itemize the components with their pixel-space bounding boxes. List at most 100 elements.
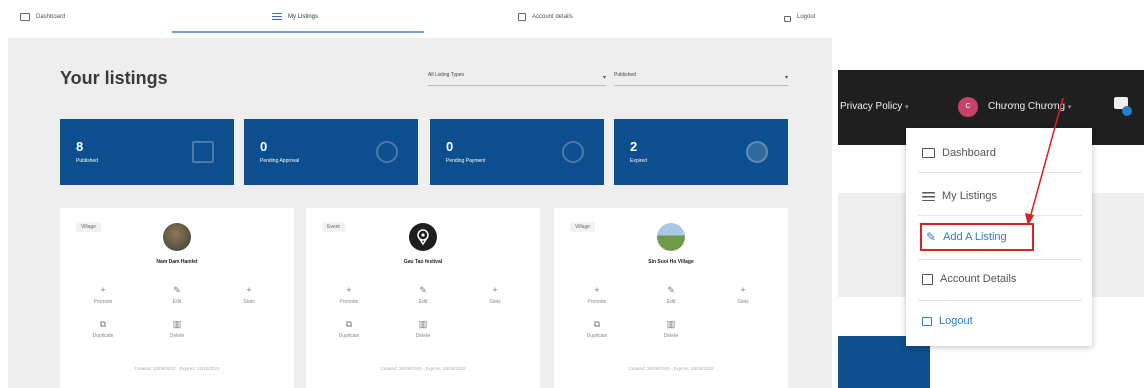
nav-dashboard[interactable]: Dashboard <box>20 10 65 24</box>
chevron-down-icon: ▾ <box>602 75 606 81</box>
listing-thumbnail[interactable] <box>657 223 685 251</box>
menu-item-my-listings-label: My Listings <box>942 190 998 202</box>
duplicate-label: Duplicate <box>92 333 114 339</box>
duplicate-label: Duplicate <box>338 333 360 339</box>
plus-icon: + <box>594 285 600 295</box>
stat-value: 8 <box>76 139 84 154</box>
plus-icon: + <box>492 285 498 295</box>
stats-button[interactable]: + Stats <box>224 285 274 306</box>
trash-icon: ▥ <box>172 319 182 329</box>
status-select[interactable]: Published ▾ <box>614 72 788 86</box>
trash-icon: ▥ <box>418 319 428 329</box>
listings-page: Dashboard My Listings Account details Lo… <box>0 0 834 388</box>
menu-item-add-listing[interactable]: ✎ Add A Listing <box>920 223 1034 251</box>
chevron-down-icon: ▾ <box>905 104 909 111</box>
edit-button[interactable]: ✎ Edit <box>646 285 696 306</box>
privacy-policy-link[interactable]: Privacy Policy ▾ <box>840 101 909 112</box>
edit-label: Edit <box>172 299 182 305</box>
copy-icon: ⧉ <box>345 319 353 329</box>
stats-label: Stats <box>489 299 501 305</box>
copy-icon: ⧉ <box>593 319 601 329</box>
listing-thumbnail[interactable] <box>163 223 191 251</box>
promote-label: Promote <box>93 299 113 305</box>
stat-value: 2 <box>630 139 638 154</box>
username: Chương Chương <box>988 101 1066 112</box>
user-dropdown-menu: Dashboard My Listings ✎ Add A Listing Ac… <box>906 128 1092 346</box>
edit-button[interactable]: ✎ Edit <box>398 285 448 306</box>
promote-button[interactable]: + Promote <box>78 286 128 306</box>
delete-button[interactable]: ▥ Delete <box>398 319 448 340</box>
lock-icon <box>784 15 791 22</box>
nav-dashboard-label: Dashboard <box>36 14 66 20</box>
divider <box>918 300 1082 301</box>
menu-item-my-listings[interactable]: My Listings <box>922 184 1082 208</box>
stat-label: Pending Payment <box>446 158 486 164</box>
stat-label: Expired <box>630 158 647 164</box>
listing-card: Village Sin Suoi Ho Village + Promote ✎ Ed… <box>554 208 788 388</box>
pencil-icon: ✎ <box>419 285 427 295</box>
list-icon <box>922 191 935 201</box>
privacy-policy-label: Privacy Policy <box>840 101 903 112</box>
listing-type-badge: Village <box>570 222 595 232</box>
stats-button[interactable]: + Stats <box>718 286 768 306</box>
nav-logout[interactable]: Logout <box>784 10 815 24</box>
stat-value: 0 <box>260 139 268 154</box>
expired-icon <box>746 141 768 163</box>
nav-my-listings[interactable]: My Listings <box>272 10 318 24</box>
duplicate-button[interactable]: ⧉ Duplicate <box>572 319 622 340</box>
lock-icon <box>922 316 932 326</box>
stats-label: Stats <box>737 299 749 305</box>
listing-type-badge: Event <box>322 222 345 232</box>
chevron-down-icon: ▾ <box>784 75 788 81</box>
trash-icon: ▥ <box>666 319 676 329</box>
chevron-down-icon: ▾ <box>1067 104 1072 111</box>
listing-type-select[interactable]: All Listing Types ▾ <box>428 72 606 86</box>
duplicate-button[interactable]: ⧉ Duplicate <box>78 319 128 340</box>
monitor-icon <box>20 13 30 21</box>
promote-label: Promote <box>587 299 607 305</box>
user-menu-toggle[interactable]: Chương Chương ▾ <box>988 101 1071 112</box>
nav-account-details[interactable]: Account details <box>518 10 573 24</box>
divider <box>918 259 1082 260</box>
payment-icon <box>562 141 584 163</box>
stat-expired[interactable]: 2 Expired <box>614 119 788 185</box>
promote-button[interactable]: + Promote <box>324 286 374 306</box>
edit-label: Edit <box>666 299 676 305</box>
divider <box>918 172 1082 173</box>
menu-item-dashboard[interactable]: Dashboard <box>922 141 1082 165</box>
stat-label: Pending Approval <box>260 158 300 164</box>
delete-button[interactable]: ▥ Delete <box>152 319 202 340</box>
menu-item-logout[interactable]: Logout <box>922 309 1082 333</box>
plus-icon: + <box>246 285 252 295</box>
account-nav: Dashboard My Listings Account details Lo… <box>0 0 834 34</box>
edit-button[interactable]: ✎ Edit <box>152 285 202 306</box>
menu-item-add-listing-label: Add A Listing <box>943 231 1007 243</box>
status-value: Published <box>614 72 636 78</box>
nav-logout-label: Logout <box>797 14 816 20</box>
promote-button[interactable]: + Promote <box>572 285 622 306</box>
page-title: Your listings <box>60 68 168 88</box>
listing-type-value: All Listing Types <box>428 72 465 78</box>
stat-published[interactable]: 8 Published <box>60 119 234 185</box>
menu-item-logout-label: Logout <box>939 315 973 327</box>
listing-title[interactable]: Nam Dam Hamlet <box>60 259 294 265</box>
delete-button[interactable]: ▥ Delete <box>646 319 696 340</box>
listing-type-badge: Village <box>76 222 101 232</box>
listing-title[interactable]: Gau Tao festival <box>306 259 540 265</box>
stats-button[interactable]: + Stats <box>470 285 520 306</box>
pencil-icon: ✎ <box>173 285 181 295</box>
stat-value: 0 <box>446 139 454 154</box>
notification-dot <box>1122 106 1132 116</box>
menu-item-account-details[interactable]: Account Details <box>922 267 1082 291</box>
user-avatar[interactable]: C <box>958 97 978 117</box>
listing-thumbnail[interactable] <box>409 223 437 251</box>
pencil-icon: ✎ <box>667 285 675 295</box>
stat-pending-approval[interactable]: 0 Pending Approval <box>244 119 418 185</box>
listing-title[interactable]: Sin Suoi Ho Village <box>554 259 788 265</box>
duplicate-button[interactable]: ⧉ Duplicate <box>324 319 374 340</box>
pencil-icon: ✎ <box>926 230 937 244</box>
listing-card: Event Gau Tao festival + Promote ✎ Edit + S… <box>306 208 540 388</box>
stat-pending-payment[interactable]: 0 Pending Payment <box>430 119 604 185</box>
copy-icon: ⧉ <box>99 319 107 329</box>
nav-account-details-label: Account details <box>532 14 573 20</box>
